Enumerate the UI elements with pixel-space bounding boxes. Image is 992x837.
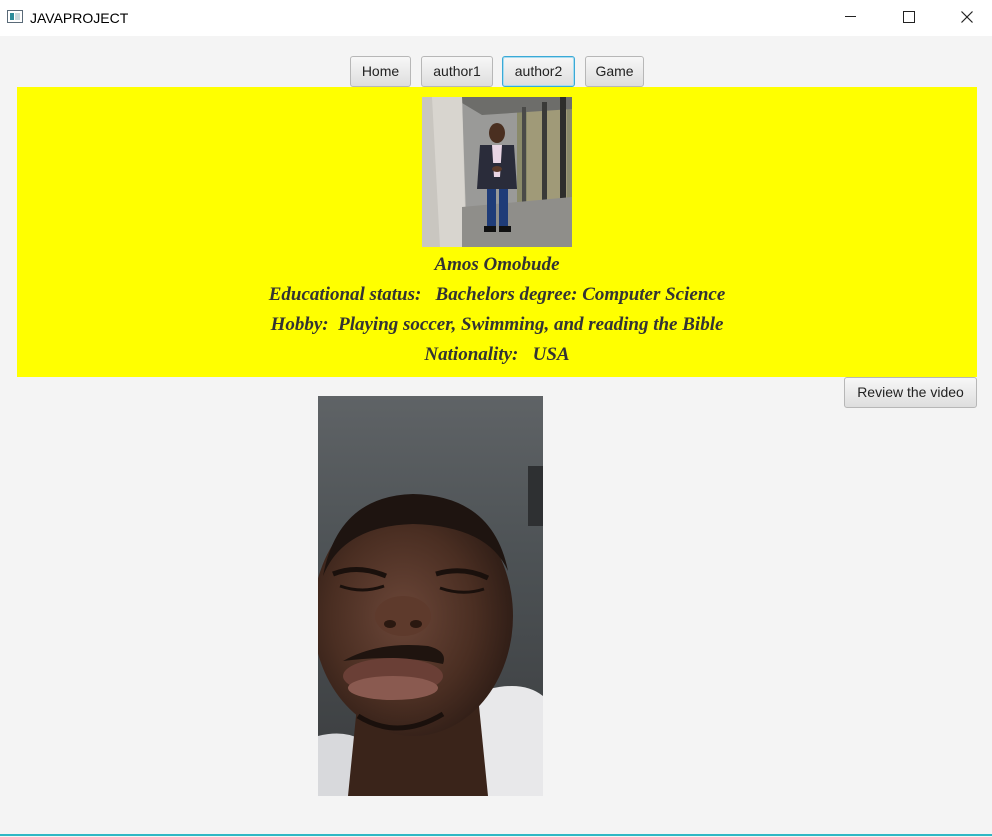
video-player[interactable] — [318, 396, 543, 796]
window-bottom-border — [0, 834, 992, 836]
close-icon — [961, 11, 973, 23]
author-info-panel: Amos Omobude Educational status: Bachelo… — [17, 87, 977, 377]
author-photo — [422, 97, 572, 247]
nationality: Nationality: USA — [424, 344, 570, 365]
hobby: Hobby: Playing soccer, Swimming, and rea… — [270, 314, 724, 335]
java-app-icon — [7, 10, 23, 23]
review-video-button[interactable]: Review the video — [844, 377, 977, 408]
title-bar[interactable]: JAVAPROJECT — [0, 0, 992, 36]
maximize-button[interactable] — [880, 0, 938, 34]
educational-status: Educational status: Bachelors degree: Co… — [268, 284, 726, 305]
author-name: Amos Omobude — [434, 254, 560, 275]
close-button[interactable] — [938, 0, 992, 34]
author1-button[interactable]: author1 — [421, 56, 493, 87]
author2-button[interactable]: author2 — [502, 56, 575, 87]
game-button[interactable]: Game — [585, 56, 644, 87]
window-title: JAVAPROJECT — [30, 10, 129, 26]
home-button[interactable]: Home — [350, 56, 411, 87]
minimize-button[interactable] — [822, 0, 880, 34]
app-window: JAVAPROJECT Home author1 author2 Game Am… — [0, 0, 992, 837]
